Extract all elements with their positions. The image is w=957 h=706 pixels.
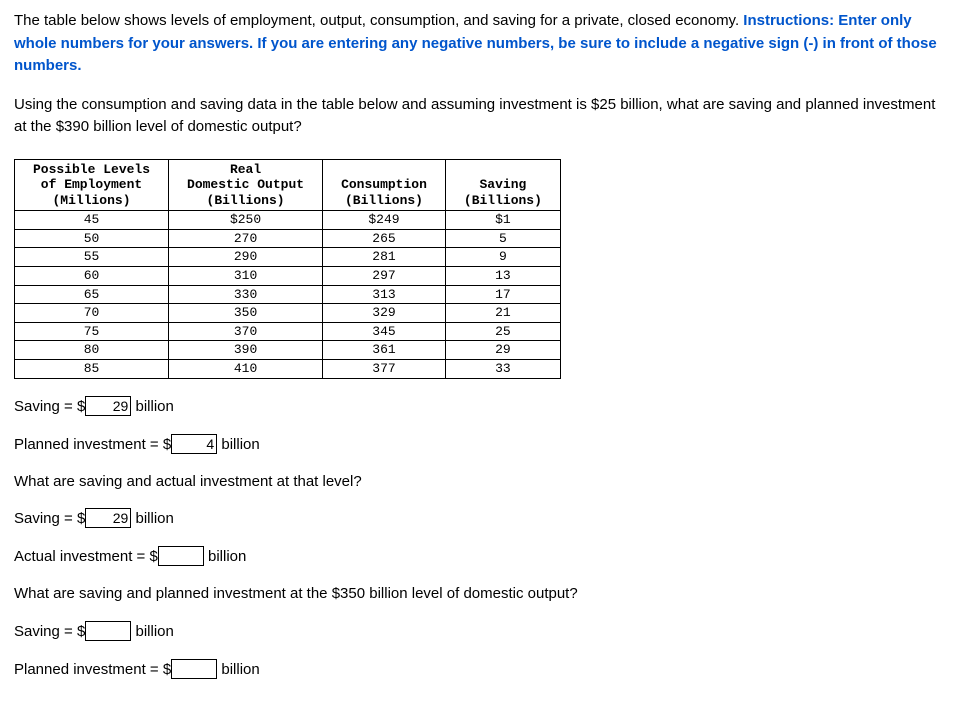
col-header-employment: Possible Levels of Employment (Millions) [15, 159, 169, 211]
table-body: 45$250$249$1 502702655 552902819 6031029… [15, 211, 561, 378]
saving-line-3: Saving = $ billion [14, 620, 943, 644]
intro-paragraph: The table below shows levels of employme… [14, 10, 943, 78]
planned-input-3[interactable] [171, 659, 217, 679]
question-1-text: Using the consumption and saving data in… [14, 94, 943, 139]
subquestion-2: What are saving and actual investment at… [14, 471, 943, 494]
table-row: 8039036129 [15, 341, 561, 360]
saving-line-2: Saving = $ billion [14, 507, 943, 531]
table-row: 8541037733 [15, 360, 561, 379]
actual-input-2[interactable] [158, 546, 204, 566]
table-row: 45$250$249$1 [15, 211, 561, 230]
saving-input-3[interactable] [85, 621, 131, 641]
planned-input-1[interactable] [171, 434, 217, 454]
table-row: 502702655 [15, 229, 561, 248]
planned-line-1: Planned investment = $ billion [14, 433, 943, 457]
col-header-consumption: Consumption (Billions) [323, 159, 446, 211]
saving-input-1[interactable] [85, 396, 131, 416]
col-header-saving: Saving (Billions) [445, 159, 560, 211]
planned-line-3: Planned investment = $ billion [14, 658, 943, 682]
saving-line-1: Saving = $ billion [14, 395, 943, 419]
table-row: 7537034525 [15, 322, 561, 341]
table-row: 6031029713 [15, 267, 561, 286]
table-row: 6533031317 [15, 285, 561, 304]
table-row: 552902819 [15, 248, 561, 267]
intro-plain-text: The table below shows levels of employme… [14, 12, 743, 29]
col-header-output: Real Domestic Output (Billions) [169, 159, 323, 211]
actual-line-2: Actual investment = $ billion [14, 545, 943, 569]
data-table: Possible Levels of Employment (Millions)… [14, 159, 561, 379]
saving-input-2[interactable] [85, 508, 131, 528]
table-row: 7035032921 [15, 304, 561, 323]
subquestion-3: What are saving and planned investment a… [14, 583, 943, 606]
